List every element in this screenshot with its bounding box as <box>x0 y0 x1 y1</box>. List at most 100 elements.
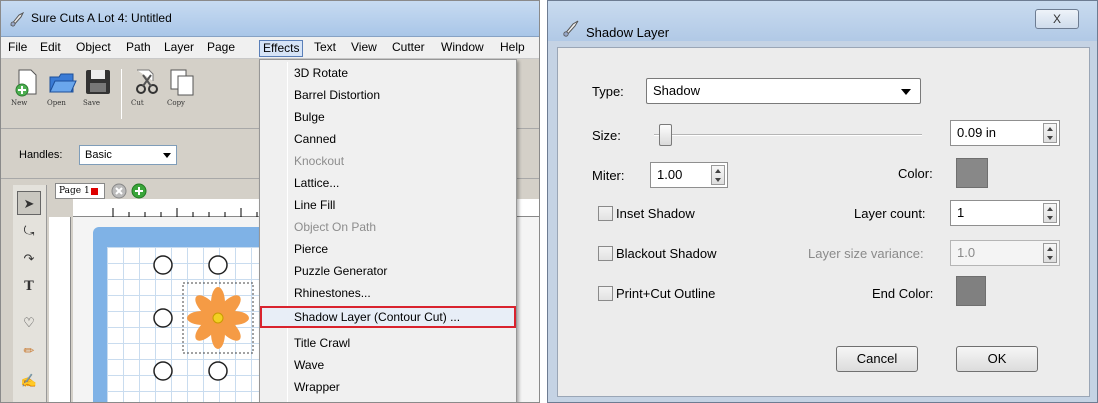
cut-button-label: Cut <box>131 99 144 107</box>
size-spinner-arrows[interactable] <box>1043 123 1057 143</box>
layer-count-spinner-arrows[interactable] <box>1043 203 1057 223</box>
copy-icon <box>170 69 194 96</box>
menu-item-lattice[interactable]: Lattice... <box>260 172 516 194</box>
size-slider-track[interactable] <box>654 134 922 136</box>
app-window: Sure Cuts A Lot 4: Untitled File Edit Ob… <box>0 0 540 403</box>
menu-item-wave[interactable]: Wave <box>260 354 516 376</box>
vertical-ruler <box>49 217 71 402</box>
inset-shadow-checkbox[interactable] <box>598 206 613 221</box>
pen-tool-icon[interactable]: ♡ <box>17 311 41 335</box>
color-label: Color: <box>898 166 933 181</box>
menu-edit[interactable]: Edit <box>37 40 64 57</box>
menu-item-3d-rotate[interactable]: 3D Rotate <box>260 62 516 84</box>
color-swatch[interactable] <box>956 158 988 188</box>
menu-object[interactable]: Object <box>73 40 114 57</box>
menu-item-rhinestones[interactable]: Rhinestones... <box>260 282 516 304</box>
chevron-down-icon <box>163 153 171 158</box>
type-value: Shadow <box>653 83 700 98</box>
menu-item-puzzle-generator[interactable]: Puzzle Generator <box>260 260 516 282</box>
dialog-title: Shadow Layer <box>586 25 670 40</box>
copy-button-label: Copy <box>167 99 186 107</box>
app-titlebar: Sure Cuts A Lot 4: Untitled <box>1 1 539 37</box>
handles-label: Handles: <box>19 149 63 161</box>
page-tab-label: Page 1 <box>59 186 90 196</box>
save-disk-icon <box>86 70 110 94</box>
menu-page[interactable]: Page <box>204 40 238 57</box>
size-label: Size: <box>592 128 621 143</box>
app-title: Sure Cuts A Lot 4: Untitled <box>31 11 172 25</box>
brush-tool-icon[interactable]: ✍ <box>17 369 41 393</box>
layer-size-variance-value: 1.0 <box>957 245 976 260</box>
print-cut-outline-checkbox[interactable] <box>598 286 613 301</box>
layer-count-value: 1 <box>957 205 965 220</box>
subselect-tool-icon[interactable]: ↷ <box>17 247 41 271</box>
blackout-shadow-label: Blackout Shadow <box>616 246 717 261</box>
miter-input[interactable]: 1.00 <box>650 162 728 188</box>
menu-text[interactable]: Text <box>311 40 339 57</box>
new-button-label: New <box>11 99 28 107</box>
layer-count-input[interactable]: 1 <box>950 200 1060 226</box>
inset-shadow-label: Inset Shadow <box>616 206 695 221</box>
print-cut-outline-label: Print+Cut Outline <box>616 286 716 301</box>
chevron-down-icon <box>901 89 911 95</box>
menu-help[interactable]: Help <box>497 40 528 57</box>
menu-window[interactable]: Window <box>438 40 487 57</box>
layer-size-variance-spinner-arrows <box>1043 243 1057 263</box>
app-logo-icon <box>10 11 25 27</box>
select-tool-arrow-icon[interactable]: ➤ <box>17 191 41 215</box>
menu-item-object-on-path: Object On Path <box>294 220 377 234</box>
menu-item-wrapper[interactable]: Wrapper <box>260 376 516 398</box>
new-button[interactable]: New <box>11 65 41 123</box>
menu-item-canned[interactable]: Canned <box>260 128 516 150</box>
tools-panel: ➤ ⤿ ↷ T ♡ ✏ ✍ <box>13 185 47 402</box>
copy-button[interactable]: Copy <box>167 65 197 123</box>
effects-dropdown-menu: 3D Rotate Barrel Distortion Bulge Canned… <box>259 59 517 402</box>
type-label: Type: <box>592 84 624 99</box>
menu-view[interactable]: View <box>348 40 380 57</box>
open-button-label: Open <box>47 99 66 107</box>
layer-size-variance-label: Layer size variance: <box>808 246 924 261</box>
cancel-button[interactable]: Cancel <box>836 346 918 372</box>
end-color-label: End Color: <box>872 286 934 301</box>
dialog-titlebar: Shadow Layer X <box>548 1 1097 41</box>
menu-cutter[interactable]: Cutter <box>389 40 428 57</box>
save-button[interactable]: Save <box>83 65 113 123</box>
save-button-label: Save <box>83 99 101 107</box>
miter-spinner-arrows[interactable] <box>711 165 725 185</box>
menu-bar: File Edit Object Path Layer Page Effects… <box>1 37 539 59</box>
type-select[interactable]: Shadow <box>646 78 921 104</box>
end-color-swatch[interactable] <box>956 276 986 306</box>
menu-item-pierce[interactable]: Pierce <box>260 238 516 260</box>
pencil-tool-icon[interactable]: ✏ <box>17 339 41 363</box>
menu-item-shadow-layer[interactable]: Shadow Layer (Contour Cut) ... <box>260 306 516 328</box>
blackout-shadow-checkbox[interactable] <box>598 246 613 261</box>
menu-item-line-fill[interactable]: Line Fill <box>260 194 516 216</box>
add-page-icon[interactable] <box>131 183 147 199</box>
handles-select[interactable]: Basic <box>79 145 177 165</box>
menu-item-title-crawl[interactable]: Title Crawl <box>260 332 516 354</box>
menu-item-knockout: Knockout <box>294 154 345 168</box>
close-page-icon[interactable] <box>111 183 127 199</box>
menu-item-bulge[interactable]: Bulge <box>260 106 516 128</box>
size-slider-thumb[interactable] <box>659 124 673 146</box>
close-icon: X <box>1052 12 1061 26</box>
menu-effects[interactable]: Effects <box>259 40 304 57</box>
menu-item-barrel-distortion[interactable]: Barrel Distortion <box>260 84 516 106</box>
menu-path[interactable]: Path <box>123 40 154 57</box>
close-button[interactable]: X <box>1035 9 1079 29</box>
text-tool-icon[interactable]: T <box>17 275 41 299</box>
size-input[interactable]: 0.09 in <box>950 120 1060 146</box>
open-button[interactable]: Open <box>47 65 77 123</box>
size-value: 0.09 in <box>957 125 997 140</box>
miter-label: Miter: <box>592 168 625 183</box>
menu-file[interactable]: File <box>5 40 30 57</box>
node-edit-tool-icon[interactable]: ⤿ <box>17 219 41 243</box>
page-tab[interactable]: Page 1 <box>55 183 105 199</box>
dialog-body: Type: Shadow Size: 0.09 in Miter: 1.00 C… <box>557 47 1090 397</box>
ok-button[interactable]: OK <box>956 346 1038 372</box>
shadow-layer-dialog: Shadow Layer X Type: Shadow Size: 0.09 i… <box>547 0 1098 403</box>
cut-button[interactable]: Cut <box>131 65 161 123</box>
menu-layer[interactable]: Layer <box>161 40 197 57</box>
toolbar-divider <box>121 69 122 119</box>
scissors-icon <box>136 69 158 94</box>
